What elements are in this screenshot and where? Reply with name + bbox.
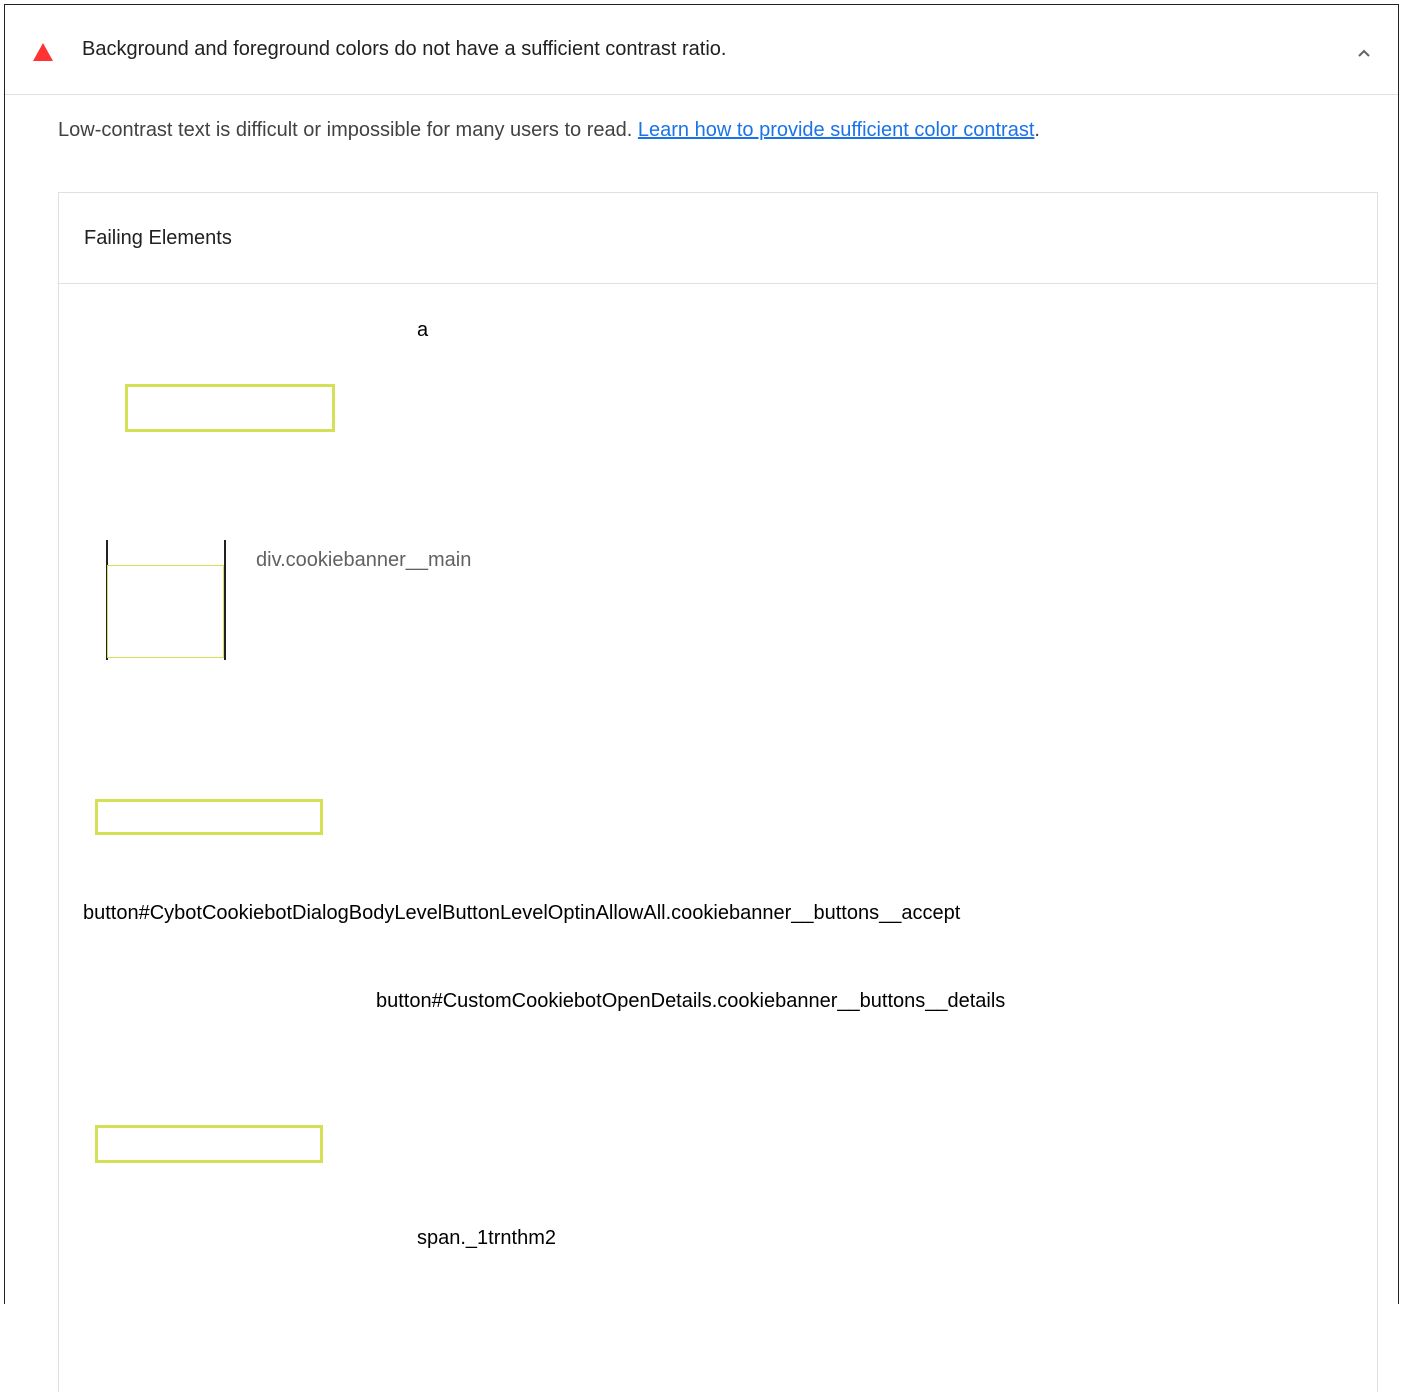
audit-panel: Background and foreground colors do not … (4, 4, 1399, 1392)
failing-element-label[interactable]: a (417, 319, 428, 342)
failing-element-label[interactable]: div.cookiebanner__main (256, 549, 471, 572)
failing-elements-table: Failing Elements a div.cookiebanner__mai… (58, 192, 1378, 1392)
element-screenshot-highlight (107, 565, 224, 658)
description-text: Low-contrast text is difficult or imposs… (58, 119, 638, 141)
failing-elements-header: Failing Elements (59, 193, 1377, 284)
failing-element-label[interactable]: button#CybotCookiebotDialogBodyLevelButt… (83, 902, 960, 925)
failing-element-label[interactable]: span._1trnthm2 (417, 1227, 556, 1250)
fail-triangle-icon (33, 43, 53, 61)
description-end: . (1034, 119, 1040, 141)
audit-header[interactable]: Background and foreground colors do not … (5, 5, 1398, 95)
audit-title: Background and foreground colors do not … (82, 38, 727, 60)
element-screenshot-highlight (95, 1125, 323, 1163)
audit-description: Low-contrast text is difficult or imposs… (58, 119, 1040, 142)
element-screenshot-highlight (95, 799, 323, 835)
learn-more-link[interactable]: Learn how to provide sufficient color co… (638, 119, 1035, 141)
element-screenshot-highlight (125, 384, 335, 432)
failing-elements-title: Failing Elements (84, 227, 232, 249)
chevron-up-icon[interactable] (1354, 43, 1374, 63)
failing-element-label[interactable]: button#CustomCookiebotOpenDetails.cookie… (376, 990, 1005, 1013)
thumbnail-border-right (224, 540, 226, 660)
